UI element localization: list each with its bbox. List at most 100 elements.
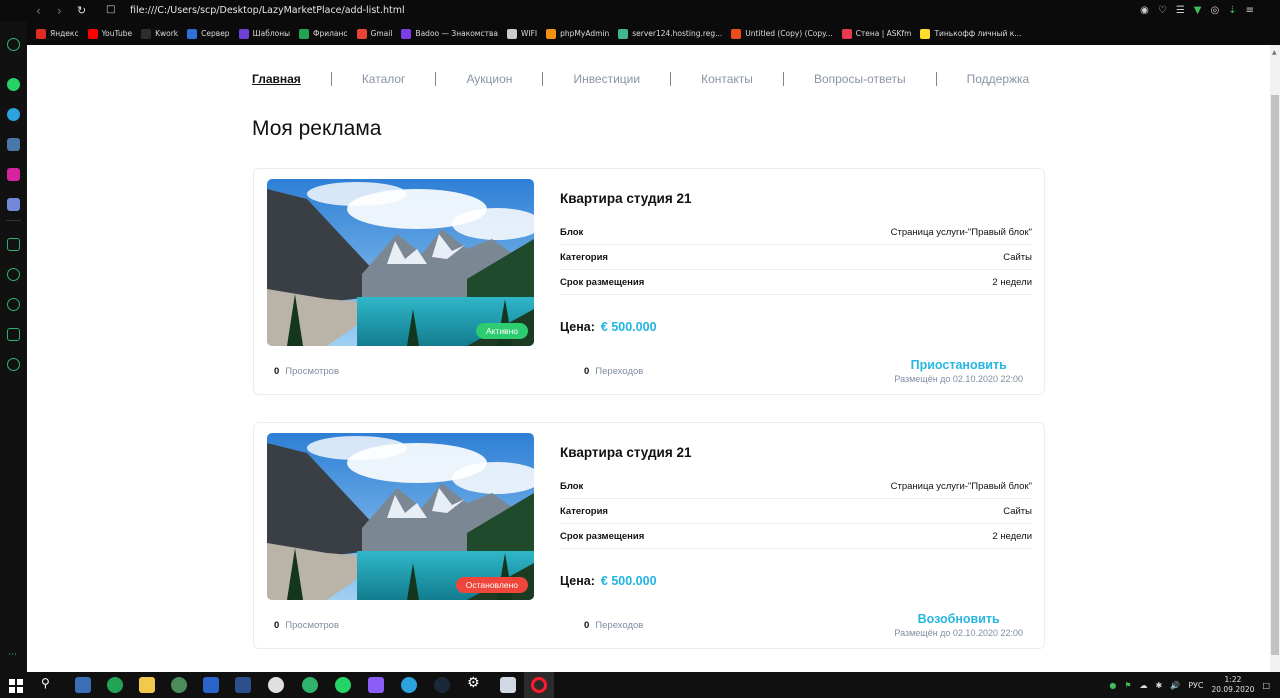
price: Цена: € 500.000	[560, 574, 657, 588]
store-icon[interactable]	[75, 677, 91, 693]
network-app-icon[interactable]	[171, 677, 187, 693]
viber-icon[interactable]	[368, 677, 384, 693]
ad-title[interactable]: Квартира студия 21	[560, 191, 692, 206]
history-icon[interactable]	[7, 298, 20, 311]
bookmark-item[interactable]: Фриланс	[299, 28, 348, 39]
bookmark-icon	[299, 28, 310, 39]
scroll-up-icon[interactable]: ▲	[1272, 49, 1277, 56]
bookmark-item[interactable]: server124.hosting.reg...	[618, 28, 722, 39]
bookmark-item[interactable]: Шаблоны	[238, 28, 290, 39]
scrollbar[interactable]: ▲	[1270, 45, 1280, 672]
vpn-icon[interactable]: ◎	[1210, 5, 1219, 16]
address-bar[interactable]: file:///C:/Users/scp/Desktop/LazyMarketP…	[130, 5, 405, 16]
terminal-icon[interactable]	[235, 677, 251, 693]
instagram-icon[interactable]	[7, 168, 20, 181]
bookmark-label: Яндекс	[50, 29, 79, 38]
bookmark-item[interactable]: Сервер	[187, 28, 230, 39]
lang-indicator[interactable]: РУС	[1188, 681, 1203, 690]
clock[interactable]: 1:22 20.09.2020	[1211, 675, 1254, 695]
extension-icon[interactable]: ▼	[1194, 5, 1202, 16]
clicks-count: 0	[584, 366, 590, 377]
pause-button[interactable]: Приостановить	[894, 358, 1023, 372]
bookmark-item[interactable]: YouTube	[87, 28, 132, 39]
speed-dial-icon[interactable]	[7, 38, 20, 51]
folder-icon[interactable]	[139, 677, 155, 693]
bookmark-item[interactable]: Тинькофф личный к...	[920, 28, 1021, 39]
whatsapp-taskbar-icon[interactable]	[335, 677, 351, 693]
settings-taskbar-icon[interactable]: ⚙	[467, 675, 480, 691]
menu-item[interactable]: Контакты	[701, 72, 753, 86]
easy-setup-icon[interactable]: ☰	[1176, 5, 1185, 16]
menu-item[interactable]: Главная	[252, 72, 301, 86]
bluetooth-icon[interactable]: ✱	[1156, 681, 1163, 690]
spec-value: 2 недели	[992, 530, 1032, 542]
ad-title[interactable]: Квартира студия 21	[560, 445, 692, 460]
calendar-icon[interactable]	[203, 677, 219, 693]
spec-value: 2 недели	[992, 276, 1032, 288]
vk-icon[interactable]	[7, 138, 20, 151]
window-app-icon[interactable]	[500, 677, 516, 693]
menu-separator	[670, 72, 672, 86]
menu-separator	[935, 72, 937, 86]
page-icon: □	[106, 4, 116, 15]
extensions-icon[interactable]	[7, 328, 20, 341]
clicks-stat: 0 Переходов	[584, 620, 643, 631]
spec-key: Блок	[560, 480, 584, 492]
bookmark-item[interactable]: Стена | ASKfm	[841, 28, 911, 39]
spotify-icon[interactable]	[302, 677, 318, 693]
windows-start-icon[interactable]	[9, 678, 23, 693]
notifications-icon[interactable]: □	[1262, 681, 1270, 690]
menu-icon[interactable]: ≡	[1246, 5, 1254, 16]
bookmark-label: phpMyAdmin	[560, 29, 610, 38]
bookmark-item[interactable]: Gmail	[356, 28, 393, 39]
menu-item[interactable]: Аукцион	[466, 72, 512, 86]
settings-icon[interactable]	[7, 358, 20, 371]
bookmark-item[interactable]: WIFI	[506, 28, 537, 39]
bookmark-icon	[841, 28, 852, 39]
specs-table: Блок Страница услуги-"Правый блок" Категор…	[560, 474, 1032, 549]
bookmark-label: Gmail	[370, 29, 393, 38]
my-flow-icon[interactable]	[7, 268, 20, 281]
views-stat: 0 Просмотров	[274, 620, 339, 631]
volume-icon[interactable]: 🔊	[1170, 681, 1180, 690]
discord-icon[interactable]	[7, 198, 20, 211]
scrollbar-thumb[interactable]	[1271, 95, 1279, 655]
specs-table: Блок Страница услуги-"Правый блок" Категор…	[560, 220, 1032, 295]
menu-item[interactable]: Вопросы-ответы	[814, 72, 906, 86]
bookmark-item[interactable]: Untitled (Copy) (Copy...	[731, 28, 833, 39]
resume-button[interactable]: Возобновить	[894, 612, 1023, 626]
tray-app-icon[interactable]: ●	[1109, 681, 1116, 690]
opera-taskbar-tab[interactable]	[524, 672, 554, 698]
bookmark-item[interactable]: Kwork	[141, 28, 178, 39]
menu-item[interactable]: Поддержка	[967, 72, 1030, 86]
download-icon[interactable]: ⇣	[1228, 5, 1236, 16]
search-icon[interactable]: ⚲	[41, 676, 50, 690]
workspaces-icon[interactable]	[7, 238, 20, 251]
spec-value: Сайты	[1003, 251, 1032, 263]
camera-icon[interactable]: ◉	[1140, 5, 1149, 16]
browser-sidebar: ⋯	[0, 22, 27, 672]
flag-icon[interactable]: ⚑	[1124, 681, 1131, 690]
reload-icon[interactable]: ↻	[77, 4, 86, 17]
more-icon[interactable]: ⋯	[8, 650, 17, 660]
bookmark-item[interactable]: phpMyAdmin	[546, 28, 610, 39]
steam-icon[interactable]	[434, 677, 450, 693]
bookmark-item[interactable]: Badoo — Знакомства	[401, 28, 498, 39]
forward-icon[interactable]: ›	[57, 4, 62, 18]
skype-icon[interactable]	[107, 677, 123, 693]
back-icon[interactable]: ‹	[36, 4, 41, 18]
ad-image[interactable]: Остановлено	[267, 433, 534, 600]
menu-item[interactable]: Инвестиции	[573, 72, 640, 86]
whatsapp-icon[interactable]	[7, 78, 20, 91]
views-label: Просмотров	[285, 366, 340, 377]
cloud-icon[interactable]: ☁	[1140, 681, 1148, 690]
telegram-icon[interactable]	[7, 108, 20, 121]
ad-image[interactable]: Активно	[267, 179, 534, 346]
opera-icon	[531, 677, 547, 693]
spec-row: Блок Страница услуги-"Правый блок"	[560, 220, 1032, 245]
bookmark-item[interactable]: Яндекс	[36, 28, 79, 39]
menu-item[interactable]: Каталог	[362, 72, 406, 86]
app-icon[interactable]	[268, 677, 284, 693]
heart-icon[interactable]: ♡	[1158, 5, 1167, 16]
telegram-taskbar-icon[interactable]	[401, 677, 417, 693]
